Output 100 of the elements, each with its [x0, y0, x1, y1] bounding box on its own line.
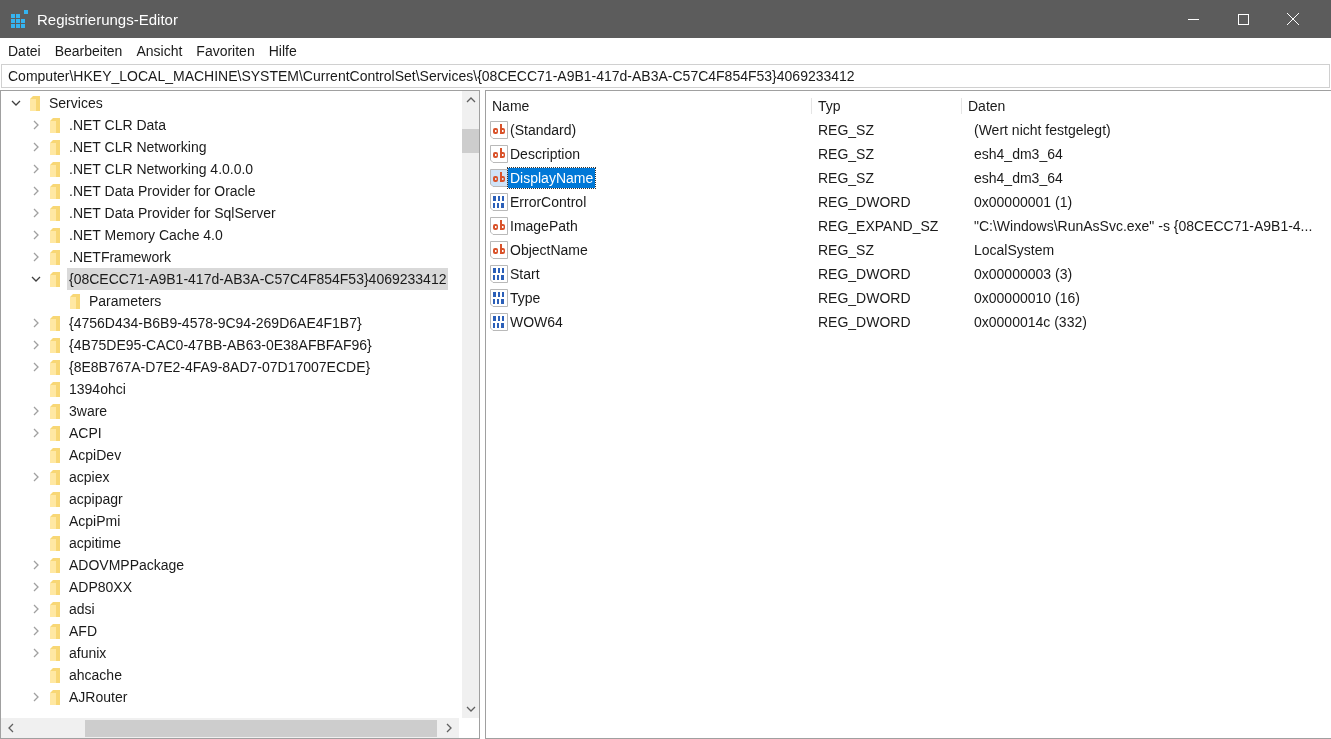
- chevron-right-icon[interactable]: [31, 164, 41, 174]
- value-data: esh4_dm3_64: [973, 146, 1063, 162]
- tree-item[interactable]: .NET CLR Data: [67, 114, 168, 136]
- chevron-right-icon[interactable]: [31, 362, 41, 372]
- tree-item[interactable]: .NET CLR Networking: [67, 136, 209, 158]
- scroll-left-icon[interactable]: [8, 723, 14, 733]
- chevron-right-icon[interactable]: [31, 648, 41, 658]
- scroll-thumb[interactable]: [462, 129, 479, 153]
- chevron-right-icon[interactable]: [31, 406, 41, 416]
- value-name[interactable]: Description: [508, 144, 583, 164]
- folder-icon: [50, 337, 60, 353]
- binary-value-icon: [490, 193, 508, 211]
- tree-item[interactable]: .NET Data Provider for SqlServer: [67, 202, 278, 224]
- folder-icon: [50, 205, 60, 221]
- chevron-right-icon[interactable]: [31, 340, 41, 350]
- tree-item[interactable]: AFD: [67, 620, 99, 642]
- tree-item[interactable]: afunix: [67, 642, 109, 664]
- value-type: REG_DWORD: [817, 314, 912, 330]
- tree-item[interactable]: acpitime: [67, 532, 124, 554]
- chevron-right-icon[interactable]: [31, 208, 41, 218]
- scroll-thumb[interactable]: [85, 719, 437, 737]
- chevron-right-icon[interactable]: [31, 230, 41, 240]
- chevron-right-icon[interactable]: [31, 582, 41, 592]
- menu-item[interactable]: Hilfe: [261, 43, 304, 59]
- chevron-right-icon[interactable]: [31, 692, 41, 702]
- horizontal-scrollbar[interactable]: [1, 718, 459, 738]
- folder-icon: [50, 381, 60, 397]
- tree-item[interactable]: AJRouter: [67, 686, 130, 708]
- value-name[interactable]: Type: [508, 288, 543, 308]
- menu-item[interactable]: Datei: [1, 43, 48, 59]
- tree-item[interactable]: {08CECC71-A9B1-417d-AB3A-C57C4F854F53}4069233412: [67, 268, 449, 290]
- tree-item[interactable]: acpipagr: [67, 488, 125, 510]
- value-name[interactable]: WOW64: [508, 312, 565, 332]
- tree-item[interactable]: Parameters: [87, 290, 164, 312]
- chevron-right-icon[interactable]: [31, 318, 41, 328]
- string-value-icon: [490, 121, 508, 139]
- value-name[interactable]: ObjectName: [508, 240, 590, 260]
- tree-item[interactable]: {4756D434-B6B9-4578-9C94-269D6AE4F1B7}: [67, 312, 364, 334]
- folder-icon: [50, 645, 60, 661]
- chevron-right-icon[interactable]: [31, 186, 41, 196]
- maximize-icon: [1237, 13, 1249, 25]
- value-name[interactable]: DisplayName: [508, 168, 596, 188]
- scroll-right-icon[interactable]: [446, 723, 452, 733]
- value-name[interactable]: (Standard): [508, 120, 579, 140]
- folder-icon: [50, 315, 60, 331]
- app-icon: [11, 10, 29, 28]
- tree-item[interactable]: .NET Data Provider for Oracle: [67, 180, 258, 202]
- tree-item[interactable]: ADOVMPPackage: [67, 554, 187, 576]
- tree-item[interactable]: ahcache: [67, 664, 124, 686]
- tree-item[interactable]: {8E8B767A-D7E2-4FA9-8AD7-07D17007ECDE}: [67, 356, 373, 378]
- column-header[interactable]: Name: [486, 98, 812, 114]
- chevron-right-icon[interactable]: [31, 472, 41, 482]
- chevron-down-icon[interactable]: [11, 98, 21, 108]
- binary-value-icon: [490, 289, 508, 307]
- tree-item[interactable]: AcpiPmi: [67, 510, 123, 532]
- menu-item[interactable]: Favoriten: [189, 43, 262, 59]
- folder-icon: [50, 667, 60, 683]
- chevron-right-icon[interactable]: [31, 560, 41, 570]
- value-type: REG_EXPAND_SZ: [817, 218, 940, 234]
- tree-item[interactable]: .NETFramework: [67, 246, 173, 268]
- tree-item[interactable]: 3ware: [67, 400, 110, 422]
- folder-icon: [50, 601, 60, 617]
- column-header[interactable]: Typ: [812, 98, 962, 114]
- tree-item[interactable]: adsi: [67, 598, 97, 620]
- value-type: REG_DWORD: [817, 290, 912, 306]
- string-value-icon: [490, 169, 508, 187]
- chevron-right-icon[interactable]: [31, 604, 41, 614]
- tree-item[interactable]: acpiex: [67, 466, 112, 488]
- value-type: REG_SZ: [817, 170, 875, 186]
- value-name[interactable]: ErrorControl: [508, 192, 589, 212]
- folder-icon: [50, 447, 60, 463]
- chevron-down-icon[interactable]: [31, 274, 41, 284]
- binary-value-icon: [490, 265, 508, 283]
- menu-item[interactable]: Bearbeiten: [47, 43, 130, 59]
- value-name[interactable]: ImagePath: [508, 216, 580, 236]
- tree-item[interactable]: {4B75DE95-CAC0-47BB-AB63-0E38AFBFAF96}: [67, 334, 374, 356]
- chevron-right-icon[interactable]: [31, 120, 41, 130]
- menu-item[interactable]: Ansicht: [129, 43, 190, 59]
- column-header[interactable]: Daten: [962, 98, 1006, 114]
- value-name[interactable]: Start: [508, 264, 542, 284]
- tree-item[interactable]: Services: [47, 92, 105, 114]
- chevron-right-icon[interactable]: [31, 626, 41, 636]
- tree-item[interactable]: ACPI: [67, 422, 104, 444]
- folder-icon: [70, 293, 80, 309]
- folder-icon: [50, 227, 60, 243]
- chevron-right-icon[interactable]: [31, 142, 41, 152]
- scroll-up-icon[interactable]: [465, 97, 476, 103]
- folder-icon: [50, 491, 60, 507]
- chevron-right-icon[interactable]: [31, 428, 41, 438]
- folder-icon: [50, 689, 60, 705]
- tree-item[interactable]: 1394ohci: [67, 378, 128, 400]
- tree-item[interactable]: .NET Memory Cache 4.0: [67, 224, 225, 246]
- string-value-icon: [490, 241, 508, 259]
- tree-item[interactable]: ADP80XX: [67, 576, 135, 598]
- chevron-right-icon[interactable]: [31, 252, 41, 262]
- tree-item[interactable]: .NET CLR Networking 4.0.0.0: [67, 158, 256, 180]
- address-field[interactable]: Computer\HKEY_LOCAL_MACHINE\SYSTEM\CurrentControlSet\Services\{08CECC71-A9B1-417d-AB3A-C57C4F854F53}4069233412: [1, 64, 1330, 88]
- scroll-down-icon[interactable]: [465, 706, 476, 712]
- tree-item[interactable]: AcpiDev: [67, 444, 124, 466]
- vertical-scrollbar[interactable]: [462, 91, 479, 718]
